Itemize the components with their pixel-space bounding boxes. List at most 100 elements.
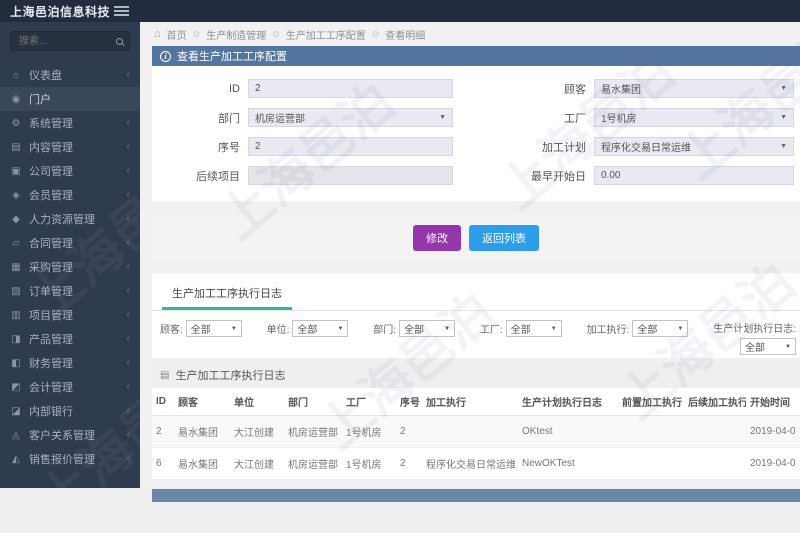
sidebar-item-company-mgmt[interactable]: ▣ 公司管理 ‹ xyxy=(0,159,140,183)
menu-toggle-icon[interactable] xyxy=(114,4,129,18)
next-section-bar xyxy=(152,489,800,502)
sidebar-item-label: 系统管理 xyxy=(29,118,73,130)
col-pre-exec: 前置加工执行 xyxy=(618,388,684,416)
accounting-icon: ◩ xyxy=(11,381,21,393)
sidebar-item-product-mgmt[interactable]: ◨ 产品管理 ‹ xyxy=(0,327,140,351)
caret-down-icon: ▼ xyxy=(337,325,344,332)
factory-select[interactable]: 1号机房 ▼ xyxy=(594,108,794,127)
id-field[interactable] xyxy=(248,79,453,98)
col-plan-log: 生产计划执行日志 xyxy=(518,388,618,416)
cell-sequence: 2 xyxy=(396,415,422,448)
filter-department: 部门: 全部 ▼ xyxy=(373,320,456,337)
finance-icon: ◧ xyxy=(11,357,21,369)
back-to-list-button[interactable]: 返回列表 xyxy=(469,225,539,251)
breadcrumb-production-mgmt[interactable]: 生产制造管理 xyxy=(206,27,266,42)
crm-icon: ◬ xyxy=(12,429,20,441)
sequence-field[interactable] xyxy=(248,137,453,156)
caret-down-icon: ▼ xyxy=(780,114,787,121)
search-icon[interactable] xyxy=(116,37,123,45)
sidebar-item-procurement-mgmt[interactable]: ▦ 采购管理 ‹ xyxy=(0,255,140,279)
caret-down-icon: ▼ xyxy=(780,143,787,150)
table-header-row: ID 顾客 单位 部门 工厂 序号 加工执行 生产计划执行日志 前置加工执行 后… xyxy=(152,388,800,416)
sidebar-item-portal[interactable]: ◉ 门户 xyxy=(0,87,140,111)
breadcrumb: ⌂ 首页 ⊙ 生产制造管理 ⊙ 生产加工工序配置 ⊙ 查看明细 xyxy=(140,22,800,46)
chevron-left-icon: ‹ xyxy=(126,213,130,225)
company-icon: ▣ xyxy=(11,165,21,177)
product-icon: ◨ xyxy=(11,333,21,345)
chevron-left-icon: ‹ xyxy=(126,405,130,417)
cell-id: 2 xyxy=(152,415,174,448)
breadcrumb-home[interactable]: 首页 xyxy=(167,27,187,42)
filter-unit-value: 全部 xyxy=(297,325,318,336)
table-row[interactable]: 6 易水集团 大江创建 机房运营部 1号机房 2 程序化交易日常运维 NewOK… xyxy=(152,447,800,480)
sidebar-item-label: 会员管理 xyxy=(29,190,73,202)
search-input[interactable] xyxy=(17,34,116,48)
cell-start-time: 2019-04-0 xyxy=(746,447,800,480)
filter-processing-exec-select[interactable]: 全部 ▼ xyxy=(632,320,689,337)
breadcrumb-dot-icon: ⊙ xyxy=(272,28,280,39)
sidebar-item-project-mgmt[interactable]: ▥ 项目管理 ‹ xyxy=(0,303,140,327)
tab-execution-log[interactable]: 生产加工工序执行日志 xyxy=(162,282,292,310)
filter-plan-log-select[interactable]: 全部 ▼ xyxy=(739,338,796,355)
cell-customer: 易水集团 xyxy=(174,447,230,480)
customer-select-value: 易水集团 xyxy=(601,85,641,96)
chevron-left-icon: ‹ xyxy=(126,381,130,393)
filter-unit-select[interactable]: 全部 ▼ xyxy=(292,320,349,337)
sidebar-item-order-mgmt[interactable]: ▧ 订单管理 ‹ xyxy=(0,279,140,303)
filter-customer-value: 全部 xyxy=(190,325,211,336)
department-select[interactable]: 机房运营部 ▼ xyxy=(248,108,453,127)
breadcrumb-view-detail[interactable]: 查看明细 xyxy=(385,27,425,42)
customer-select[interactable]: 易水集团 ▼ xyxy=(594,79,794,98)
followup-project-field[interactable] xyxy=(248,166,453,185)
caret-down-icon: ▼ xyxy=(444,325,451,332)
sidebar-item-label: 会计管理 xyxy=(29,382,73,394)
sidebar-item-hr-mgmt[interactable]: ◆ 人力资源管理 ‹ xyxy=(0,207,140,231)
breadcrumb-process-config[interactable]: 生产加工工序配置 xyxy=(286,27,366,42)
cell-department: 机房运营部 xyxy=(284,447,342,480)
log-table: ID 顾客 单位 部门 工厂 序号 加工执行 生产计划执行日志 前置加工执行 后… xyxy=(152,388,800,480)
order-icon: ▧ xyxy=(11,285,21,297)
caret-down-icon: ▼ xyxy=(230,325,237,332)
col-start-time: 开始时间 xyxy=(746,388,800,416)
detail-form: ID 顾客 易水集团 ▼ 部门 机房运营部 ▼ 工厂 1号机房 ▼ xyxy=(152,66,800,201)
chevron-left-icon: ‹ xyxy=(126,141,130,153)
sidebar-item-content-mgmt[interactable]: ▤ 内容管理 ‹ xyxy=(0,135,140,159)
filter-department-select[interactable]: 全部 ▼ xyxy=(399,320,456,337)
cell-plan-log: OKtest xyxy=(518,415,618,448)
bank-icon: ◪ xyxy=(11,405,21,417)
sidebar-item-system-mgmt[interactable]: ⚙ 系统管理 ‹ xyxy=(0,111,140,135)
processing-plan-select[interactable]: 程序化交易日常运维 ▼ xyxy=(594,137,794,156)
caret-down-icon: ▼ xyxy=(550,325,557,332)
list-icon: ▤ xyxy=(160,369,170,381)
sidebar-item-internal-bank[interactable]: ◪ 内部银行 ‹ xyxy=(0,399,140,423)
earliest-start-field[interactable] xyxy=(594,166,794,185)
filter-customer-select[interactable]: 全部 ▼ xyxy=(185,320,242,337)
cell-id: 6 xyxy=(152,447,174,480)
sidebar-item-dashboard[interactable]: ⌂ 仪表盘 ‹ xyxy=(0,63,140,87)
cell-post-exec xyxy=(684,447,746,480)
sidebar-item-contract-mgmt[interactable]: ▱ 合同管理 ‹ xyxy=(0,231,140,255)
detail-tab-bar: 生产加工工序执行日志 xyxy=(152,273,800,311)
sequence-label: 序号 xyxy=(218,141,240,154)
cell-sequence: 2 xyxy=(396,447,422,480)
cell-unit: 大江创建 xyxy=(230,415,284,448)
sidebar-item-crm[interactable]: ◬ 客户关系管理 ‹ xyxy=(0,423,140,447)
cell-factory: 1号机房 xyxy=(342,447,396,480)
filter-factory-select[interactable]: 全部 ▼ xyxy=(505,320,562,337)
chevron-left-icon: ‹ xyxy=(126,333,130,345)
table-row[interactable]: 2 易水集团 大江创建 机房运营部 1号机房 2 OKtest 2019-04-… xyxy=(152,415,800,448)
modify-button[interactable]: 修改 xyxy=(413,225,461,251)
filter-processing-exec-value: 全部 xyxy=(637,325,658,336)
member-icon: ◈ xyxy=(12,189,20,201)
sidebar-item-member-mgmt[interactable]: ◈ 会员管理 ‹ xyxy=(0,183,140,207)
col-unit: 单位 xyxy=(230,388,284,416)
sidebar-item-accounting-mgmt[interactable]: ◩ 会计管理 ‹ xyxy=(0,375,140,399)
earliest-start-label: 最早开始日 xyxy=(531,170,586,183)
brand-logo[interactable]: 上海邑泊信息科技 xyxy=(10,3,114,20)
log-table-title-text: 生产加工工序执行日志 xyxy=(175,370,286,382)
sidebar-item-finance-mgmt[interactable]: ◧ 财务管理 ‹ xyxy=(0,351,140,375)
sidebar-item-sales-quote-mgmt[interactable]: ◭ 销售报价管理 ‹ xyxy=(0,447,140,471)
panel-header: i 查看生产加工工序配置 xyxy=(152,46,800,66)
sidebar-search[interactable] xyxy=(10,31,130,51)
chevron-left-icon: ‹ xyxy=(126,237,130,249)
